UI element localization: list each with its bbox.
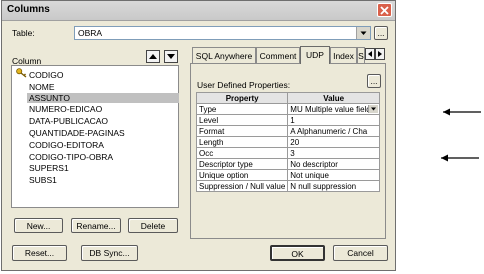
property-value[interactable]: MU Multiple value field <box>287 103 380 115</box>
key-icon <box>16 68 27 78</box>
list-item[interactable]: SUBS1 <box>29 175 57 185</box>
property-name: Type <box>195 103 289 115</box>
column-header: Property <box>195 92 289 104</box>
move-up-button[interactable] <box>146 50 160 63</box>
reset-button[interactable]: Reset... <box>12 245 67 261</box>
table-header-row: Property Value <box>195 92 380 104</box>
list-item[interactable]: CODIGO-EDITORA <box>29 140 104 150</box>
close-icon <box>380 6 389 15</box>
arrow-up-icon <box>149 54 157 59</box>
property-name: Suppression / Null value <box>195 180 289 192</box>
chevron-down-icon[interactable] <box>356 27 370 39</box>
table-browse-button[interactable]: ... <box>374 26 388 40</box>
table-row[interactable]: Unique option Not unique <box>195 169 380 181</box>
table-row[interactable]: Type MU Multiple value field <box>195 103 380 115</box>
property-value[interactable]: 1 <box>287 114 380 126</box>
property-value[interactable]: N null suppression <box>287 180 380 192</box>
table-row[interactable]: Descriptor type No descriptor <box>195 158 380 170</box>
cancel-button[interactable]: Cancel <box>333 245 388 261</box>
udp-label: User Defined Properties: <box>197 80 291 90</box>
table-row[interactable]: Occ 3 <box>195 147 380 159</box>
tab-scroll-right[interactable] <box>375 48 385 60</box>
property-value[interactable]: A Alphanumeric / Cha <box>287 125 380 137</box>
table-label: Table: <box>12 28 35 38</box>
property-value[interactable]: Not unique <box>287 169 380 181</box>
left-arrow-icon <box>443 108 481 116</box>
property-value[interactable]: 20 <box>287 136 380 148</box>
property-name: Descriptor type <box>195 158 289 170</box>
list-item-selected[interactable]: ASSUNTO <box>27 93 179 103</box>
property-value[interactable]: No descriptor <box>287 158 380 170</box>
close-button[interactable] <box>377 3 392 17</box>
delete-button[interactable]: Delete <box>128 218 178 233</box>
chevron-left-icon <box>368 51 372 57</box>
db-sync-button[interactable]: DB Sync... <box>81 245 138 261</box>
list-item[interactable]: SUPERS1 <box>29 163 69 173</box>
rename-button[interactable]: Rename... <box>71 218 121 233</box>
chevron-down-icon[interactable] <box>368 105 378 113</box>
left-arrow-icon <box>441 154 479 162</box>
title-bar: Columns <box>2 1 395 21</box>
list-item[interactable]: CODIGO-TIPO-OBRA <box>29 152 113 162</box>
ok-button[interactable]: OK <box>270 245 325 261</box>
tab-sql-anywhere[interactable]: SQL Anywhere <box>192 47 256 63</box>
udp-table: Property Value Type MU Multiple value fi… <box>195 92 380 192</box>
property-name: Occ <box>195 147 289 159</box>
property-value[interactable]: 3 <box>287 147 380 159</box>
tab-index[interactable]: Index <box>330 47 357 63</box>
move-down-button[interactable] <box>164 50 178 63</box>
property-name: Level <box>195 114 289 126</box>
tab-overflow[interactable]: S <box>357 47 365 63</box>
table-row[interactable]: Suppression / Null value N null suppress… <box>195 180 380 192</box>
property-name: Format <box>195 125 289 137</box>
table-select-value: OBRA <box>78 28 103 38</box>
tab-comment[interactable]: Comment <box>256 47 300 63</box>
list-item[interactable]: DATA-PUBLICACAO <box>29 116 108 126</box>
table-select[interactable]: OBRA <box>74 26 371 40</box>
arrow-down-icon <box>167 54 175 59</box>
property-name: Length <box>195 136 289 148</box>
table-row[interactable]: Format A Alphanumeric / Cha <box>195 125 380 137</box>
new-button[interactable]: New... <box>14 218 63 233</box>
table-row[interactable]: Level 1 <box>195 114 380 126</box>
udp-browse-button[interactable]: ... <box>367 74 381 88</box>
list-item[interactable]: NOME <box>29 82 55 92</box>
list-item[interactable]: NUMERO-EDICAO <box>29 104 102 114</box>
property-name: Unique option <box>195 169 289 181</box>
dialog-title: Columns <box>7 4 50 15</box>
list-item[interactable]: CODIGO <box>29 70 63 80</box>
chevron-right-icon <box>378 51 382 57</box>
tab-udp[interactable]: UDP <box>300 46 330 64</box>
column-header: Value <box>287 92 380 104</box>
list-item[interactable]: QUANTIDADE-PAGINAS <box>29 128 125 138</box>
tab-scroll-left[interactable] <box>365 48 375 60</box>
table-row[interactable]: Length 20 <box>195 136 380 148</box>
